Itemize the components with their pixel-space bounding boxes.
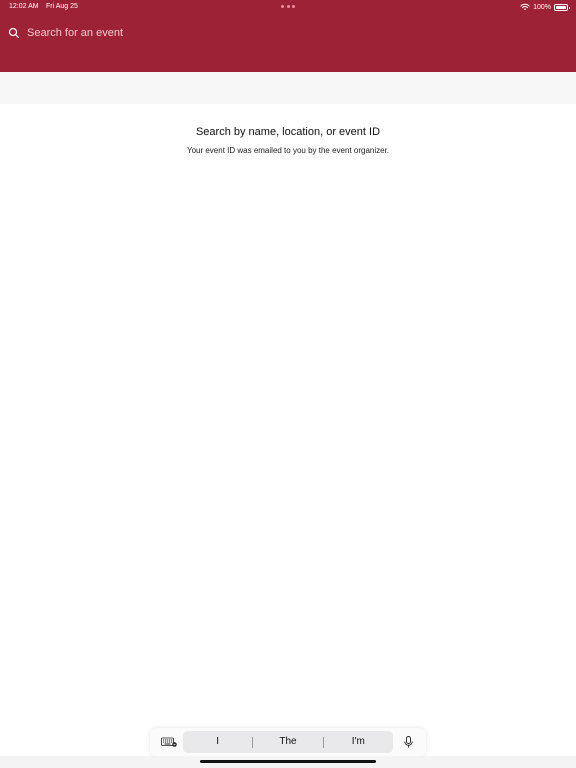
- keyboard-suggestion-bar: I The I'm: [150, 728, 426, 756]
- suggestion-item[interactable]: I'm: [324, 731, 393, 753]
- status-time: 12:02 AM: [9, 3, 39, 10]
- multitasking-dots-icon[interactable]: [281, 5, 295, 8]
- app-screen: 12:02 AM Fri Aug 25 100% Search for an e…: [0, 0, 576, 768]
- search-icon: [8, 27, 20, 39]
- home-indicator[interactable]: [200, 760, 376, 763]
- status-bar: 12:02 AM Fri Aug 25 100%: [0, 0, 576, 14]
- suggestion-item[interactable]: I: [183, 731, 252, 753]
- empty-state-subtitle: Your event ID was emailed to you by the …: [186, 146, 390, 155]
- empty-state-title: Search by name, location, or event ID: [195, 126, 381, 138]
- suggestion-item[interactable]: The: [253, 731, 322, 753]
- battery-icon: [554, 3, 570, 11]
- status-date: Fri Aug 25: [46, 3, 78, 10]
- wifi-icon: [520, 3, 530, 11]
- status-indicators: 100%: [520, 2, 570, 12]
- header: 12:02 AM Fri Aug 25 100%: [0, 0, 576, 72]
- search-input[interactable]: [27, 24, 527, 42]
- microphone-icon[interactable]: [404, 736, 413, 748]
- keyboard-icon[interactable]: [161, 737, 177, 747]
- search-bar[interactable]: [8, 24, 568, 42]
- filter-bar: [0, 72, 576, 104]
- battery-percentage: 100%: [533, 3, 551, 11]
- keyboard-suggestions: I The I'm: [183, 731, 393, 753]
